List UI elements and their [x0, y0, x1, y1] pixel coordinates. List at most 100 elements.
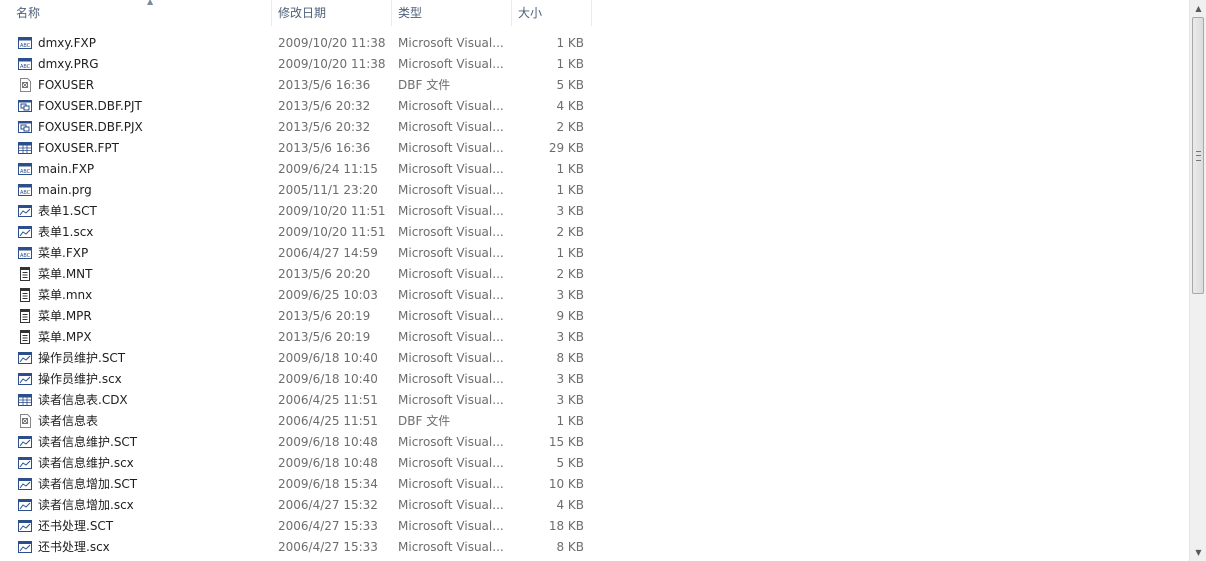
file-row[interactable]: 表单1.scx 2009/10/20 11:51 Microsoft Visual.… [0, 222, 1189, 243]
file-date-modified: 2005/11/1 23:20 [278, 183, 378, 197]
file-row[interactable]: 读者信息表.CDX 2006/4/25 11:51 Microsoft Visual… [0, 390, 1189, 411]
table-file-icon [18, 141, 32, 155]
file-name: 菜单.mnx [38, 288, 93, 302]
file-row[interactable]: FOXUSER 2013/5/6 16:36 DBF 文件 5 KB [0, 75, 1189, 96]
file-row[interactable]: 读者信息增加.SCT 2009/6/18 15:34 Microsoft Visua… [0, 474, 1189, 495]
file-size: 1 KB [556, 36, 584, 50]
form-file-icon [18, 204, 32, 218]
file-row[interactable]: 操作员维护.SCT 2009/6/18 10:40 Microsoft Visual… [0, 348, 1189, 369]
file-type: Microsoft Visual... [398, 141, 504, 155]
form-file-icon [18, 351, 32, 365]
file-date-modified: 2013/5/6 20:19 [278, 330, 371, 344]
file-size: 3 KB [556, 288, 584, 302]
file-row[interactable]: 菜单.MPR 2013/5/6 20:19 Microsoft Visual... 9… [0, 306, 1189, 327]
file-size: 4 KB [556, 498, 584, 512]
file-date-modified: 2009/6/18 15:34 [278, 477, 378, 491]
file-row[interactable]: 操作员维护.scx 2009/6/18 10:40 Microsoft Visual… [0, 369, 1189, 390]
file-size: 1 KB [556, 183, 584, 197]
file-type: Microsoft Visual... [398, 456, 504, 470]
file-type: DBF 文件 [398, 414, 451, 428]
column-header-date[interactable]: 修改日期 [272, 0, 392, 26]
file-row[interactable]: 表单1.SCT 2009/10/20 11:51 Microsoft Visual.… [0, 201, 1189, 222]
file-type: Microsoft Visual... [398, 330, 504, 344]
column-header-type[interactable]: 类型 [392, 0, 512, 26]
file-name: 读者信息增加.SCT [38, 477, 138, 491]
column-header: 名称 ▲ 修改日期 类型 大小 [0, 0, 1189, 26]
file-row[interactable]: 还书处理.SCT 2006/4/27 15:33 Microsoft Visual.… [0, 516, 1189, 537]
file-row[interactable]: 读者信息表 2006/4/25 11:51 DBF 文件 1 KB [0, 411, 1189, 432]
file-row[interactable]: ABC dmxy.PRG 2009/10/20 11:38 Microsoft Vis… [0, 54, 1189, 75]
form-file-icon [18, 435, 32, 449]
file-row[interactable]: ABC main.FXP 2009/6/24 11:15 Microsoft Visu… [0, 159, 1189, 180]
column-header-size[interactable]: 大小 [512, 0, 592, 26]
file-name: 读者信息维护.scx [38, 456, 134, 470]
file-row[interactable]: 读者信息增加.scx 2006/4/27 15:32 Microsoft Visua… [0, 495, 1189, 516]
file-size: 2 KB [556, 225, 584, 239]
file-date-modified: 2009/6/18 10:48 [278, 435, 378, 449]
form-file-icon [18, 225, 32, 239]
file-size: 1 KB [556, 414, 584, 428]
file-row[interactable]: 菜单.MPX 2013/5/6 20:19 Microsoft Visual... 3… [0, 327, 1189, 348]
menu-file-icon [18, 267, 32, 281]
file-date-modified: 2013/5/6 16:36 [278, 78, 371, 92]
file-name: dmxy.PRG [38, 57, 99, 71]
file-row[interactable]: 读者信息维护.SCT 2009/6/18 10:48 Microsoft Visua… [0, 432, 1189, 453]
file-row[interactable]: 菜单.MNT 2013/5/6 20:20 Microsoft Visual... 2… [0, 264, 1189, 285]
file-type: Microsoft Visual... [398, 57, 504, 71]
file-row[interactable]: 菜单.mnx 2009/6/25 10:03 Microsoft Visual...… [0, 285, 1189, 306]
file-date-modified: 2006/4/27 15:32 [278, 498, 378, 512]
file-row[interactable]: 读者信息维护.scx 2009/6/18 10:48 Microsoft Visua… [0, 453, 1189, 474]
file-type: Microsoft Visual... [398, 309, 504, 323]
column-header-date-label: 修改日期 [278, 6, 327, 20]
form-file-icon [18, 519, 32, 533]
file-row[interactable]: ABC main.prg 2005/11/1 23:20 Microsoft Visu… [0, 180, 1189, 201]
file-row[interactable]: FOXUSER.FPT 2013/5/6 16:36 Microsoft Visua… [0, 138, 1189, 159]
file-row[interactable]: ABC dmxy.FXP 2009/10/20 11:38 Microsoft Vis… [0, 33, 1189, 54]
file-size: 3 KB [556, 393, 584, 407]
scrollbar-grip-icon [1196, 151, 1201, 161]
file-size: 9 KB [556, 309, 584, 323]
file-name: 操作员维护.scx [38, 372, 122, 386]
menu-file-icon [18, 330, 32, 344]
file-name: 表单1.scx [38, 225, 94, 239]
column-header-name[interactable]: 名称 ▲ [10, 0, 272, 26]
file-row[interactable]: FOXUSER.DBF.PJT 2013/5/6 20:32 Microsoft V… [0, 96, 1189, 117]
file-date-modified: 2009/10/20 11:51 [278, 225, 386, 239]
file-row[interactable]: 还书处理.scx 2006/4/27 15:33 Microsoft Visual.… [0, 537, 1189, 558]
column-header-size-label: 大小 [518, 6, 543, 20]
file-date-modified: 2006/4/27 15:33 [278, 519, 378, 533]
fxp-file-icon: ABC [18, 246, 32, 260]
file-size: 2 KB [556, 267, 584, 281]
file-row[interactable]: ABC 菜单.FXP 2006/4/27 14:59 Microsoft Visual… [0, 243, 1189, 264]
vertical-scrollbar[interactable]: ▲ ▼ [1189, 0, 1206, 561]
scroll-up-icon[interactable]: ▲ [1190, 0, 1206, 17]
file-type: Microsoft Visual... [398, 498, 504, 512]
scrollbar-thumb[interactable] [1192, 17, 1204, 294]
form-file-icon [18, 456, 32, 470]
file-date-modified: 2009/6/18 10:48 [278, 456, 378, 470]
form-file-icon [18, 477, 32, 491]
file-size: 10 KB [548, 477, 584, 491]
file-size: 5 KB [556, 78, 584, 92]
file-list: ABC dmxy.FXP 2009/10/20 11:38 Microsoft Vis… [0, 33, 1189, 558]
file-name: FOXUSER.FPT [38, 141, 119, 155]
scroll-down-icon[interactable]: ▼ [1190, 544, 1206, 561]
file-size: 3 KB [556, 204, 584, 218]
sort-ascending-icon: ▲ [147, 0, 154, 6]
fxp-file-icon: ABC [18, 36, 32, 50]
file-date-modified: 2009/6/18 10:40 [278, 372, 378, 386]
file-type: Microsoft Visual... [398, 183, 504, 197]
file-type: Microsoft Visual... [398, 288, 504, 302]
file-name: dmxy.FXP [38, 36, 96, 50]
file-type: Microsoft Visual... [398, 225, 504, 239]
file-date-modified: 2006/4/27 15:33 [278, 540, 378, 554]
file-date-modified: 2006/4/27 14:59 [278, 246, 378, 260]
file-date-modified: 2009/10/20 11:38 [278, 36, 386, 50]
file-date-modified: 2009/6/25 10:03 [278, 288, 378, 302]
file-name: FOXUSER.DBF.PJX [38, 120, 143, 134]
file-type: Microsoft Visual... [398, 99, 504, 113]
svg-text:ABC: ABC [20, 169, 31, 175]
file-date-modified: 2009/6/24 11:15 [278, 162, 378, 176]
file-row[interactable]: FOXUSER.DBF.PJX 2013/5/6 20:32 Microsoft V… [0, 117, 1189, 138]
svg-text:ABC: ABC [20, 43, 31, 49]
